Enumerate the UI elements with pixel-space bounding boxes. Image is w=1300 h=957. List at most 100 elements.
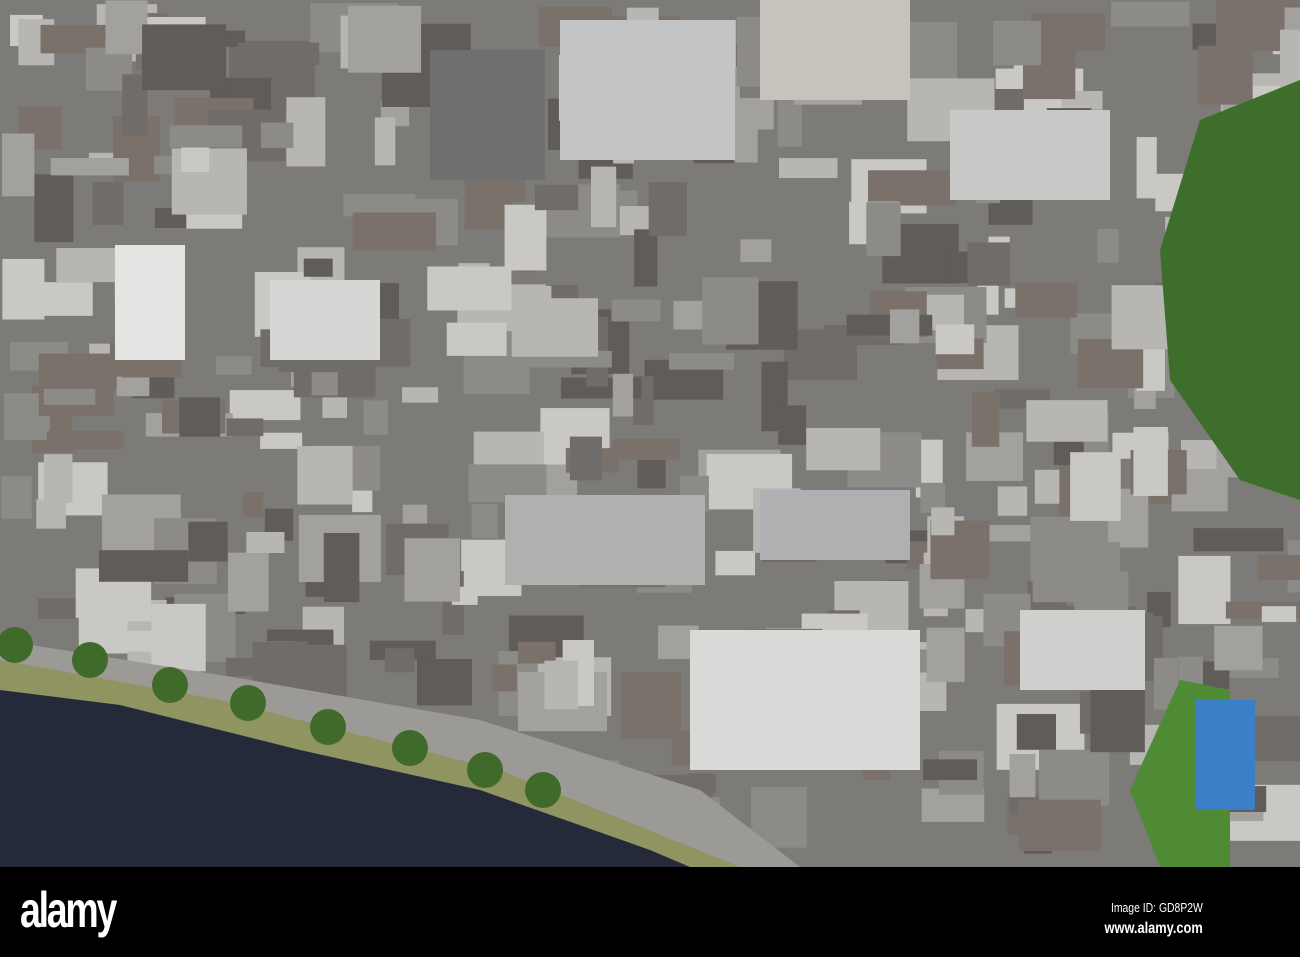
building bbox=[931, 507, 955, 536]
large-building bbox=[690, 630, 920, 770]
building bbox=[1070, 452, 1121, 521]
building bbox=[992, 20, 1041, 66]
building bbox=[226, 418, 264, 437]
tree bbox=[230, 685, 266, 721]
building bbox=[1032, 542, 1120, 603]
tree bbox=[467, 752, 503, 788]
building bbox=[1019, 799, 1101, 851]
building bbox=[92, 181, 124, 225]
watermark-bar: alamy Image ID: GD8P2W www.alamy.com bbox=[0, 867, 1300, 957]
building bbox=[323, 532, 360, 603]
building bbox=[43, 454, 73, 503]
building bbox=[569, 436, 602, 481]
building bbox=[779, 158, 838, 178]
building bbox=[634, 229, 658, 287]
tree bbox=[72, 642, 108, 678]
building bbox=[1026, 400, 1108, 442]
building bbox=[188, 521, 228, 562]
building bbox=[612, 439, 681, 460]
tree bbox=[152, 667, 188, 703]
building bbox=[215, 355, 252, 375]
building bbox=[37, 598, 76, 619]
building bbox=[2, 133, 35, 197]
building bbox=[997, 486, 1028, 516]
building bbox=[417, 659, 472, 706]
building bbox=[427, 266, 512, 311]
building bbox=[517, 641, 556, 664]
building bbox=[867, 170, 957, 206]
building bbox=[1097, 228, 1119, 263]
building bbox=[1193, 528, 1284, 552]
building bbox=[544, 660, 579, 710]
building bbox=[260, 432, 303, 449]
building bbox=[611, 299, 661, 322]
building bbox=[260, 122, 294, 149]
building bbox=[1257, 555, 1300, 581]
building bbox=[715, 550, 756, 576]
building bbox=[363, 400, 388, 435]
aerial-photo bbox=[0, 0, 1300, 867]
building bbox=[46, 431, 124, 450]
large-building bbox=[950, 110, 1110, 200]
large-building bbox=[270, 280, 380, 360]
alamy-url: www.alamy.com bbox=[1104, 920, 1203, 937]
building bbox=[903, 21, 958, 82]
building bbox=[142, 24, 227, 91]
building bbox=[1090, 688, 1145, 753]
building bbox=[374, 117, 396, 166]
building bbox=[1015, 282, 1077, 318]
building bbox=[43, 388, 96, 405]
tree bbox=[310, 709, 346, 745]
building bbox=[778, 405, 807, 445]
building bbox=[116, 376, 150, 397]
building bbox=[471, 504, 498, 539]
building bbox=[96, 630, 164, 652]
building bbox=[511, 298, 599, 357]
large-building bbox=[1020, 610, 1145, 690]
large-building bbox=[430, 50, 545, 180]
building bbox=[1136, 137, 1157, 199]
building bbox=[38, 353, 114, 416]
building bbox=[50, 158, 129, 176]
building bbox=[1039, 749, 1110, 806]
building bbox=[590, 166, 617, 228]
large-building bbox=[560, 20, 735, 160]
building bbox=[1247, 716, 1300, 762]
building bbox=[404, 538, 460, 602]
building bbox=[668, 353, 735, 370]
building bbox=[297, 446, 353, 505]
building bbox=[935, 324, 975, 355]
building bbox=[179, 397, 221, 437]
building bbox=[612, 373, 634, 417]
large-building bbox=[760, 0, 910, 100]
building bbox=[923, 759, 978, 781]
building bbox=[1279, 29, 1300, 89]
scaffolded-building bbox=[1195, 700, 1255, 810]
tree bbox=[525, 772, 561, 808]
building bbox=[926, 627, 965, 683]
building bbox=[446, 322, 507, 356]
building bbox=[243, 492, 264, 518]
building bbox=[322, 396, 347, 418]
building bbox=[637, 459, 666, 489]
large-building bbox=[505, 495, 705, 585]
large-building bbox=[760, 490, 910, 560]
building bbox=[702, 277, 759, 345]
building bbox=[229, 390, 301, 421]
building bbox=[806, 427, 881, 471]
building bbox=[621, 672, 682, 739]
building bbox=[402, 387, 439, 403]
image-id: Image ID: GD8P2W bbox=[1111, 900, 1203, 915]
building bbox=[99, 550, 189, 582]
large-building bbox=[115, 245, 185, 360]
building bbox=[504, 204, 547, 271]
building bbox=[971, 391, 1000, 447]
building bbox=[534, 184, 579, 211]
building bbox=[889, 309, 920, 344]
building bbox=[1, 476, 32, 519]
building bbox=[1016, 714, 1056, 750]
building bbox=[492, 664, 517, 692]
building bbox=[384, 648, 415, 673]
building bbox=[303, 258, 333, 277]
building bbox=[846, 314, 933, 336]
